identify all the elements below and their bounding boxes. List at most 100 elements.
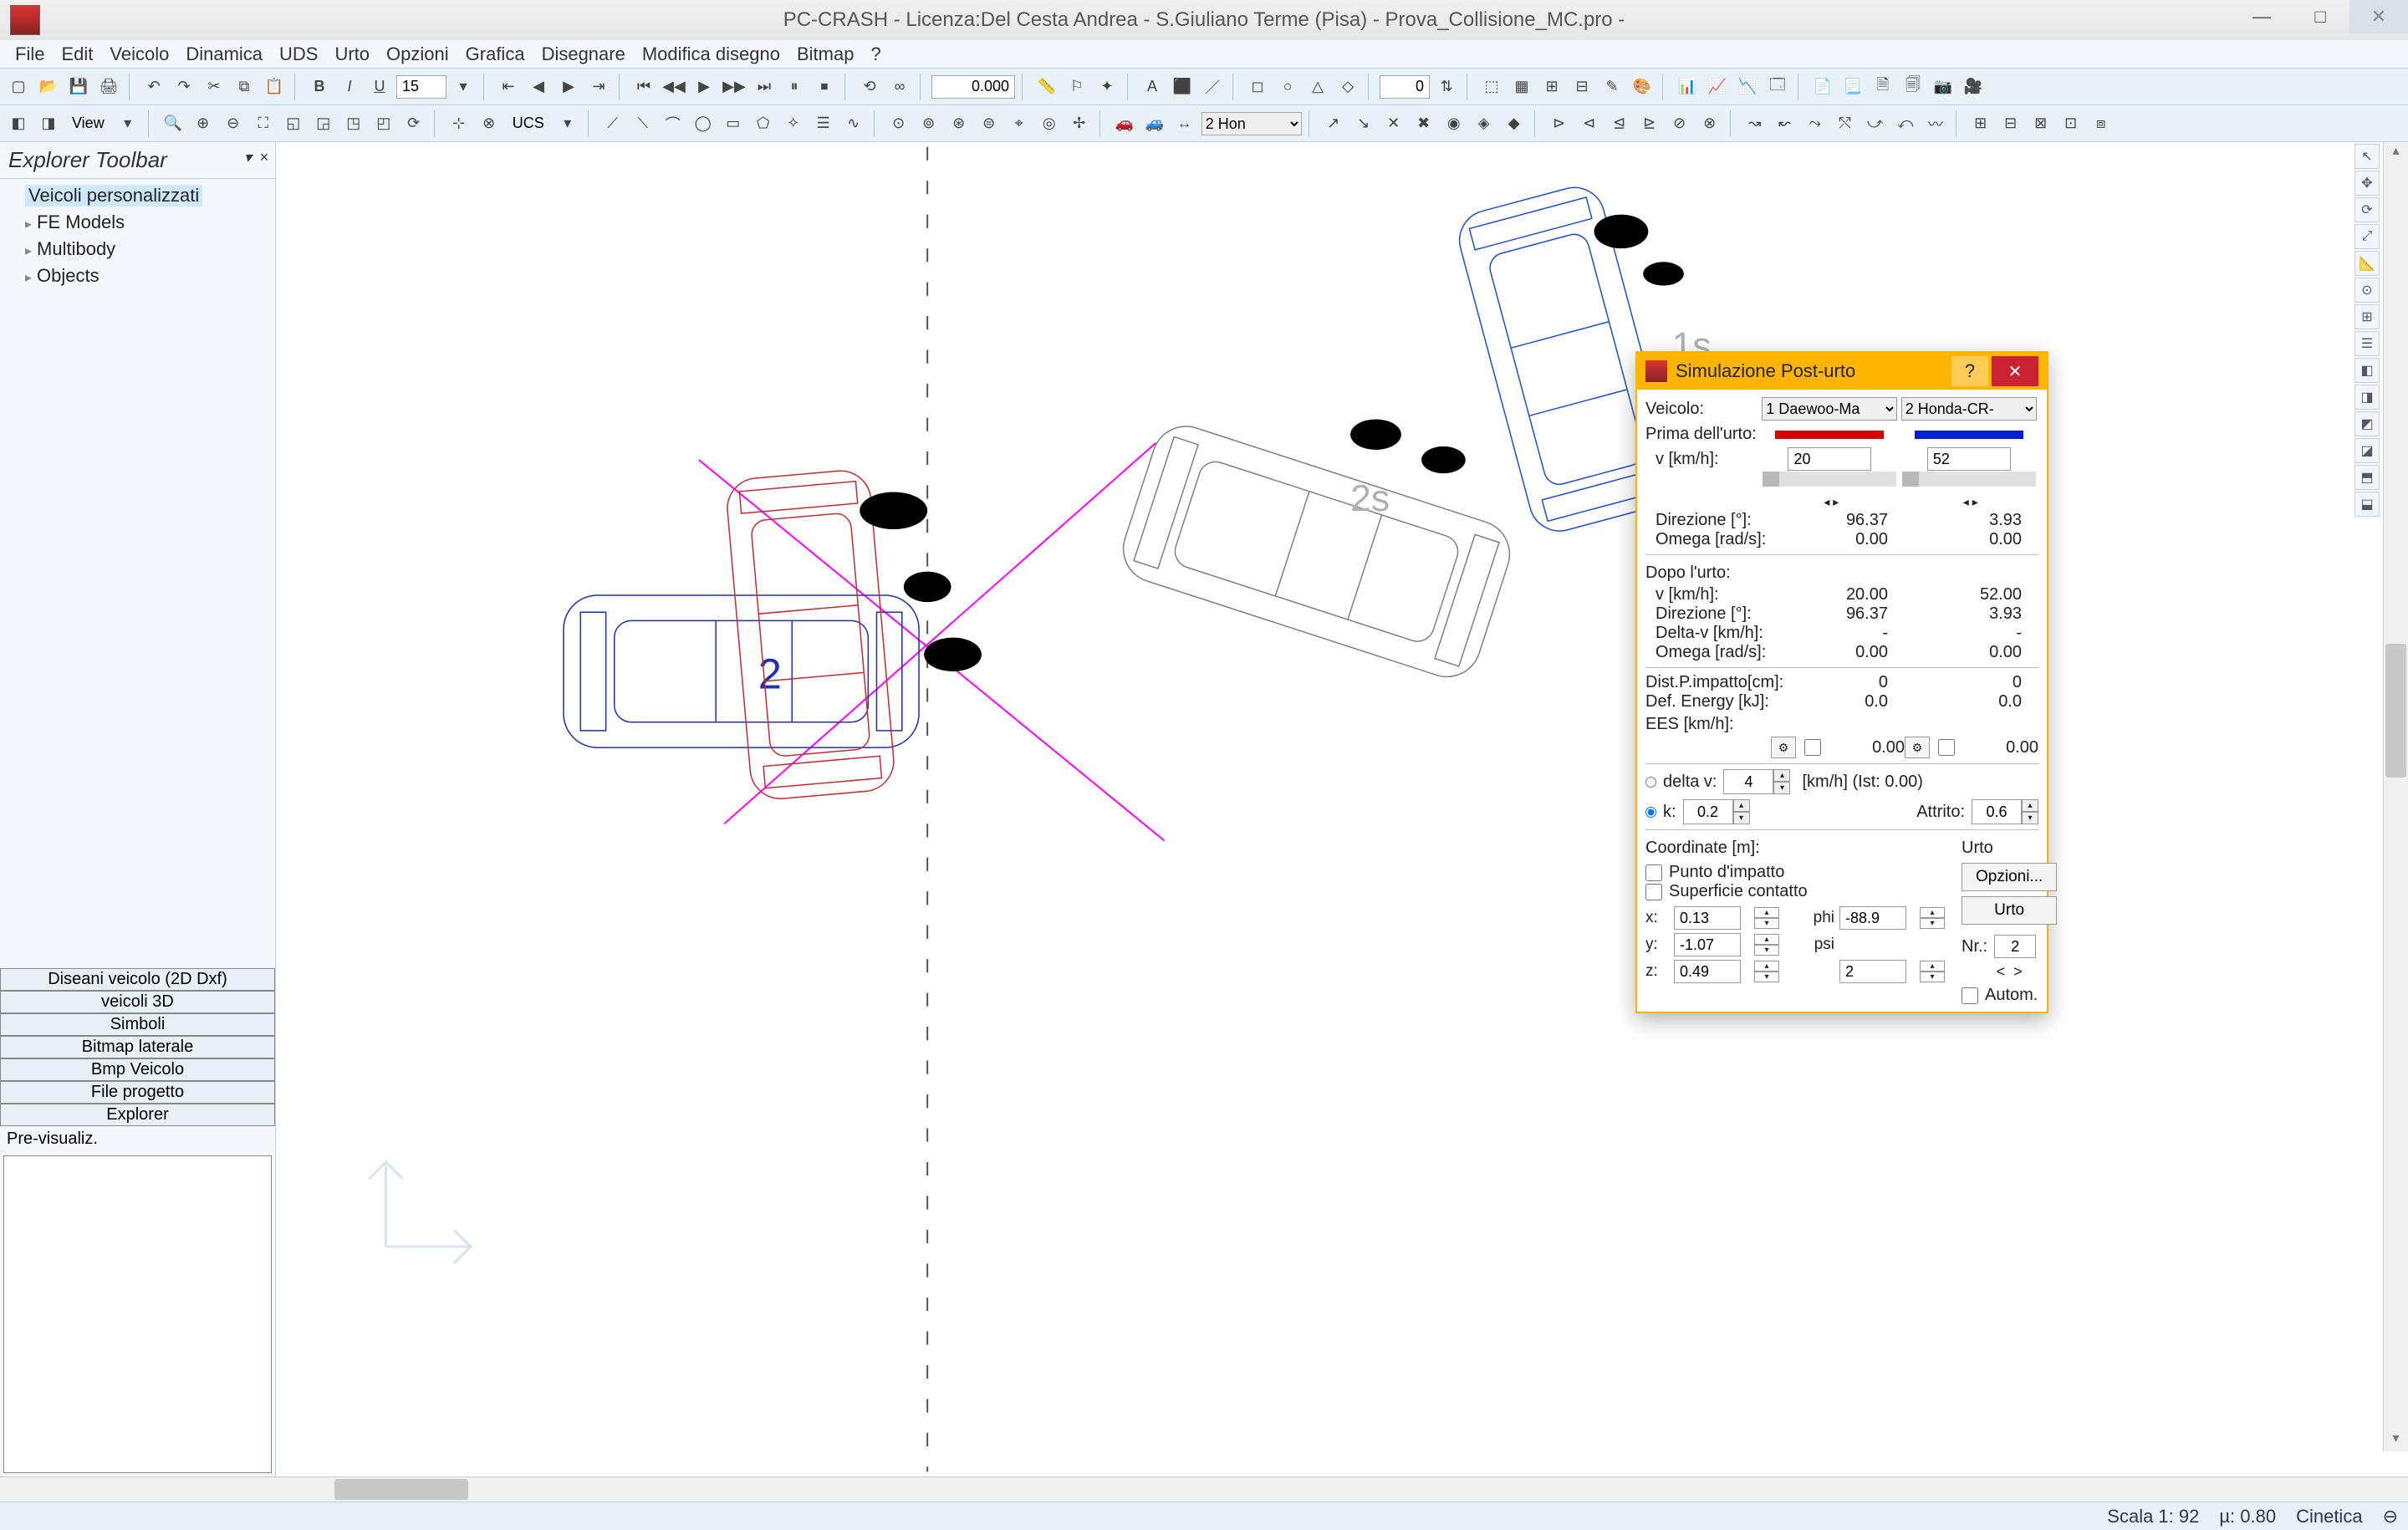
tb-play-start-icon[interactable]: ⏮	[630, 74, 657, 100]
tb-new-icon[interactable]: ▢	[5, 74, 32, 100]
tb-report1-icon[interactable]: 📄	[1809, 74, 1836, 100]
k-spin[interactable]: ▴▾	[1683, 799, 1750, 824]
rt-measure-icon[interactable]: 📐	[2354, 251, 2380, 276]
rt-tool10-icon[interactable]: ◨	[2354, 385, 2380, 410]
panel-close-icon[interactable]: ×	[259, 149, 268, 166]
tb-draw4-icon[interactable]: ◯	[690, 110, 717, 137]
tb-ucs-dd-icon[interactable]: ▾	[554, 110, 581, 137]
tb-track3-icon[interactable]: ⤳	[1802, 110, 1829, 137]
tb-draw6-icon[interactable]: ⬠	[750, 110, 777, 137]
tb-misc3-icon[interactable]: ⊞	[1538, 74, 1565, 100]
tb-redo-icon[interactable]: ↷	[171, 74, 197, 100]
rt-layer-icon[interactable]: ☰	[2354, 331, 2380, 356]
tb-shape4-icon[interactable]: ◇	[1334, 74, 1361, 100]
tab-bitmap-lat[interactable]: Bitmap laterale	[0, 1036, 275, 1058]
tb-misc4-icon[interactable]: ⊟	[1569, 74, 1595, 100]
phi-input[interactable]	[1839, 906, 1906, 930]
tree-item[interactable]: Veicoli personalizzati	[8, 182, 267, 209]
rt-grid-icon[interactable]: ⊞	[2354, 304, 2380, 329]
tab-3d[interactable]: veicoli 3D	[0, 991, 275, 1013]
z-input[interactable]	[1674, 960, 1741, 983]
rt-rotate-icon[interactable]: ⟳	[2354, 197, 2380, 222]
tb-path3-icon[interactable]: ✕	[1380, 110, 1407, 137]
tb-save-icon[interactable]: 💾	[65, 74, 92, 100]
tb-sim6-icon[interactable]: ⊗	[1696, 110, 1723, 137]
dock-pin-icon[interactable]: ▾	[244, 149, 252, 166]
menu-urto[interactable]: Urto	[326, 40, 378, 69]
chk-superficie[interactable]	[1645, 884, 1662, 900]
v2-slider[interactable]	[1902, 472, 2036, 487]
tb-path7-icon[interactable]: ◆	[1501, 110, 1528, 137]
tb-track4-icon[interactable]: ⤲	[1832, 110, 1859, 137]
tb-misc6-icon[interactable]: 🎨	[1629, 74, 1656, 100]
chk-punto-impatto[interactable]	[1645, 864, 1662, 881]
menu-file[interactable]: File	[7, 40, 53, 69]
tab-file-progetto[interactable]: File progetto	[0, 1081, 275, 1104]
tb-compass-icon[interactable]: ✦	[1094, 74, 1120, 100]
tb-play-end-icon[interactable]: ⏭	[751, 74, 778, 100]
v1-slider[interactable]	[1763, 472, 1896, 487]
deltav-input[interactable]	[1723, 769, 1773, 794]
tree-item[interactable]: ▸Objects	[8, 263, 267, 289]
tb-text-icon[interactable]: A	[1139, 74, 1166, 100]
menu-bitmap[interactable]: Bitmap	[788, 40, 862, 69]
tb-veh3-icon[interactable]: ↔	[1171, 110, 1198, 137]
scrollbar-horizontal[interactable]	[0, 1476, 2408, 1502]
tb-misc14-icon[interactable]: ⧈	[2088, 110, 2115, 137]
tab-2d-dxf[interactable]: Diseani veicolo (2D Dxf)	[0, 968, 275, 991]
tab-simboli[interactable]: Simboli	[0, 1013, 275, 1036]
tb-shape3-icon[interactable]: △	[1304, 74, 1331, 100]
tb-zoom4-icon[interactable]: ⛶	[250, 110, 277, 137]
tb-misc12-icon[interactable]: ⊠	[2028, 110, 2054, 137]
tb-open-icon[interactable]: 📂	[35, 74, 62, 100]
time-value-input[interactable]	[931, 75, 1015, 99]
tb-font-dropdown-icon[interactable]: ▾	[450, 74, 477, 100]
tb-track7-icon[interactable]: 〰	[1922, 110, 1949, 137]
tb-window-icon[interactable]: 🗔	[1764, 74, 1791, 100]
tb-bold-icon[interactable]: B	[306, 74, 333, 100]
tb-path4-icon[interactable]: ✖	[1411, 110, 1437, 137]
tb-snap4-icon[interactable]: ⊜	[976, 110, 1002, 137]
tb-arrow-start-icon[interactable]: ⇤	[495, 74, 522, 100]
dialog-help-button[interactable]: ?	[1951, 356, 1988, 386]
rt-cursor-icon[interactable]: ↖	[2354, 144, 2380, 169]
tb-misc10-icon[interactable]: ⊞	[1967, 110, 1994, 137]
tb-track6-icon[interactable]: ⤺	[1892, 110, 1919, 137]
tb-undo-icon[interactable]: ↶	[140, 74, 167, 100]
tb-step-fwd-icon[interactable]: ▶▶	[721, 74, 747, 100]
tb-zoom7-icon[interactable]: ◳	[340, 110, 367, 137]
tab-explorer[interactable]: Explorer	[0, 1104, 275, 1126]
status-collapse-icon[interactable]: ⊖	[2383, 1506, 2398, 1527]
tb-zoom3-icon[interactable]: ⊖	[220, 110, 247, 137]
tb-draw9-icon[interactable]: ∿	[840, 110, 867, 137]
ees1-chk[interactable]	[1804, 739, 1821, 756]
tb-snap2-icon[interactable]: ⊚	[916, 110, 942, 137]
tb-veh1-icon[interactable]: 🚗	[1111, 110, 1138, 137]
tree-item[interactable]: ▸Multibody	[8, 236, 267, 263]
tb-view1-icon[interactable]: ◧	[5, 110, 32, 137]
menu-modifica-disegno[interactable]: Modifica disegno	[634, 40, 788, 69]
menu-uds[interactable]: UDS	[271, 40, 326, 69]
x-input[interactable]	[1674, 906, 1741, 930]
nr-nav[interactable]: < >	[1962, 963, 2057, 981]
vehicle-select[interactable]: 2 Hon	[1201, 112, 1302, 135]
v1-input[interactable]	[1788, 447, 1871, 471]
tb-zoom9-icon[interactable]: ⟳	[400, 110, 427, 137]
radio-deltav[interactable]	[1645, 777, 1656, 788]
menu-veicolo[interactable]: Veicolo	[101, 40, 177, 69]
close-button[interactable]: ✕	[2349, 0, 2408, 33]
tb-track5-icon[interactable]: ⤻	[1862, 110, 1889, 137]
tb-snap3-icon[interactable]: ⊛	[946, 110, 972, 137]
tb-zoom1-icon[interactable]: 🔍	[160, 110, 186, 137]
tb-color-icon[interactable]: ⬛	[1169, 74, 1196, 100]
urto-button[interactable]: Urto	[1962, 896, 2057, 925]
tb-report2-icon[interactable]: 📃	[1839, 74, 1866, 100]
tb-cut-icon[interactable]: ✂	[201, 74, 227, 100]
tb-misc5-icon[interactable]: ✎	[1599, 74, 1625, 100]
tb-draw5-icon[interactable]: ▭	[720, 110, 747, 137]
dialog-close-button[interactable]: ✕	[1992, 356, 2038, 386]
tb-pause-icon[interactable]: ⏸	[781, 74, 808, 100]
tb-report3-icon[interactable]: 🗎	[1870, 74, 1896, 100]
opzioni-button[interactable]: Opzioni...	[1962, 863, 2057, 891]
font-size-input[interactable]	[396, 75, 446, 99]
